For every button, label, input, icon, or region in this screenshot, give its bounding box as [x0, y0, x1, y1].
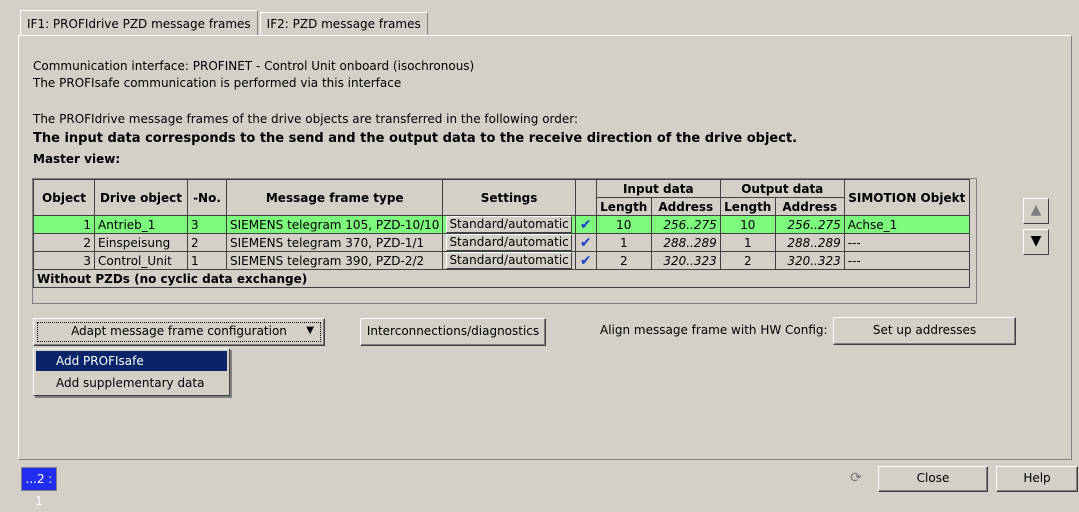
cell-input-length: 2 [595, 251, 652, 270]
move-down-button[interactable]: ▼ [1023, 229, 1049, 255]
table-row[interactable]: 2 Einspeisung 2 SIEMENS telegram 370, PZ… [33, 233, 970, 252]
master-view-label: Master view: [33, 152, 121, 166]
cell-settings: Standard/automatic [442, 215, 576, 234]
refresh-icon[interactable]: ⟳ [845, 467, 867, 489]
col-check [574, 179, 597, 216]
cell-input-length: 10 [595, 215, 652, 234]
adapt-frame-menu: Add PROFIsafe Add supplementary data [33, 348, 230, 396]
chevron-down-icon: ▼ [306, 325, 314, 336]
transfer-order-text: The PROFIdrive message frames of the dri… [33, 112, 579, 126]
cell-drive-object: Antrieb_1 [94, 215, 188, 234]
cell-output-length: 1 [719, 233, 776, 252]
cell-no: 2 [187, 233, 227, 252]
interconnections-diagnostics-button[interactable]: Interconnections/diagnostics [360, 318, 546, 346]
tab-bar: IF1: PROFIdrive PZD message frames IF2: … [20, 10, 430, 36]
check-icon: ✔ [574, 215, 597, 234]
adapt-frame-config-dropdown[interactable]: Adapt message frame configuration ▼ [33, 318, 325, 346]
message-frame-table: Object Drive object -No. Message frame t… [33, 179, 970, 288]
settings-button[interactable]: Standard/automatic [446, 234, 572, 251]
cell-message-frame-type: SIEMENS telegram 370, PZD-1/1 [225, 233, 444, 252]
cell-object: 1 [33, 215, 95, 234]
settings-button[interactable]: Standard/automatic [446, 216, 572, 233]
table-row[interactable]: 1 Antrieb_1 3 SIEMENS telegram 105, PZD-… [33, 215, 970, 234]
cell-message-frame-type: SIEMENS telegram 105, PZD-10/10 [225, 215, 444, 234]
move-up-button[interactable]: ▲ [1023, 198, 1049, 224]
col-output-address: Address [774, 197, 845, 216]
check-icon: ✔ [574, 251, 597, 270]
col-message-frame-type: Message frame type [225, 179, 444, 216]
cell-simotion: --- [843, 251, 970, 270]
direction-note: The input data corresponds to the send a… [33, 131, 798, 146]
set-up-addresses-button[interactable]: Set up addresses [833, 317, 1016, 345]
cell-drive-object: Control_Unit [94, 251, 188, 270]
cell-without-pzds: Without PZDs (no cyclic data exchange) [33, 269, 970, 288]
cell-output-length: 2 [719, 251, 776, 270]
cell-settings: Standard/automatic [442, 233, 576, 252]
cell-no: 1 [187, 251, 227, 270]
close-button[interactable]: Close [878, 466, 988, 492]
col-settings: Settings [442, 179, 576, 216]
cell-output-length: 10 [719, 215, 776, 234]
cell-object: 2 [33, 233, 95, 252]
col-no: -No. [187, 179, 227, 216]
cell-input-address: 320..323 [650, 251, 721, 270]
profisafe-text: The PROFIsafe communication is performed… [33, 76, 402, 90]
col-object: Object [33, 179, 95, 216]
col-output-data: Output data [719, 179, 845, 198]
tab-if2[interactable]: IF2: PZD message frames [259, 12, 428, 35]
align-frame-label: Align message frame with HW Config: [600, 323, 828, 337]
col-simotion: SIMOTION Objekt [843, 179, 970, 216]
communication-interface-text: Communication interface: PROFINET - Cont… [33, 59, 475, 73]
cell-output-address: 256..275 [774, 215, 845, 234]
cell-object: 3 [33, 251, 95, 270]
col-input-length: Length [595, 197, 652, 216]
cell-settings: Standard/automatic [442, 251, 576, 270]
col-input-data: Input data [595, 179, 721, 198]
cell-drive-object: Einspeisung [94, 233, 188, 252]
cell-input-address: 288..289 [650, 233, 721, 252]
cell-simotion: Achse_1 [843, 215, 970, 234]
menu-item-add-supplementary-data[interactable]: Add supplementary data [36, 373, 227, 393]
cell-no: 3 [187, 215, 227, 234]
help-button[interactable]: Help [996, 466, 1078, 492]
table-row[interactable]: Without PZDs (no cyclic data exchange) [33, 269, 970, 288]
settings-button[interactable]: Standard/automatic [446, 252, 572, 269]
cell-input-length: 1 [595, 233, 652, 252]
menu-item-add-profisafe[interactable]: Add PROFIsafe [36, 351, 227, 371]
col-output-length: Length [719, 197, 776, 216]
status-indicator: ...2 : 1 [21, 467, 57, 508]
adapt-frame-config-label: Adapt message frame configuration [71, 324, 287, 338]
check-icon: ✔ [574, 233, 597, 252]
cell-output-address: 288..289 [774, 233, 845, 252]
col-input-address: Address [650, 197, 721, 216]
cell-simotion: --- [843, 233, 970, 252]
table-row[interactable]: 3 Control_Unit 1 SIEMENS telegram 390, P… [33, 251, 970, 270]
col-drive-object: Drive object [94, 179, 188, 216]
cell-input-address: 256..275 [650, 215, 721, 234]
tab-if1[interactable]: IF1: PROFIdrive PZD message frames [20, 10, 258, 35]
cell-message-frame-type: SIEMENS telegram 390, PZD-2/2 [225, 251, 444, 270]
cell-output-address: 320..323 [774, 251, 845, 270]
